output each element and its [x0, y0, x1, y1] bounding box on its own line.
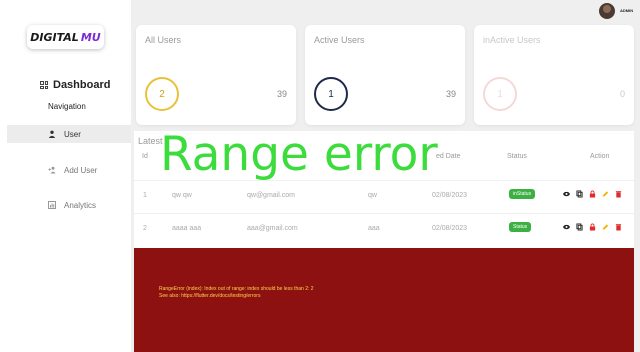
row-actions [563, 223, 622, 231]
error-message: RangeError (index): Index out of range: … [159, 286, 314, 300]
stat-circle-value: 1 [328, 88, 334, 100]
stat-title: Active Users [314, 35, 365, 45]
sidebar-item-label: Analytics [64, 200, 97, 210]
sidebar: DIGITAL MU Dashboard Navigation User Add… [0, 0, 131, 352]
analytics-icon [48, 201, 56, 209]
status-badge: inStatus [509, 189, 536, 199]
copy-icon[interactable] [576, 190, 583, 198]
stat-card-inactive-users: inActive Users 1 0 [474, 25, 634, 125]
table-row: 1 qw qw qw@gmail.com qw 02/08/2023 inSta… [134, 180, 634, 210]
cell-date: 02/08/2023 [432, 225, 468, 232]
grid-icon [40, 81, 48, 89]
dashboard-link[interactable]: Dashboard [40, 79, 110, 91]
status-badge: Status [509, 222, 532, 232]
table-title: Latest [138, 136, 163, 146]
error-panel: RangeError (index): Index out of range: … [134, 248, 634, 352]
add-user-icon [48, 166, 56, 174]
lock-icon[interactable] [589, 190, 596, 198]
stat-title: All Users [145, 35, 182, 45]
range-error-banner: Range error [160, 127, 438, 182]
row-actions [563, 190, 622, 198]
stat-circle: 1 [483, 77, 517, 111]
cell-email: qw@gmail.com [247, 192, 295, 199]
navigation-heading: Navigation [48, 102, 86, 111]
error-line: RangeError (index): Index out of range: … [159, 286, 314, 292]
logo-text-mu: MU [80, 30, 101, 44]
delete-icon[interactable] [615, 223, 622, 231]
stat-circle-value: 2 [159, 88, 165, 100]
view-icon[interactable] [563, 223, 570, 231]
error-line: See also: https://flutter.dev/docs/testi… [159, 293, 261, 299]
column-header-date: ed Date [436, 153, 461, 160]
cell-id: 1 [143, 192, 147, 199]
delete-icon[interactable] [615, 190, 622, 198]
stat-circle: 1 [314, 77, 348, 111]
stat-total: 39 [276, 89, 287, 99]
sidebar-item-add-user[interactable]: Add User [7, 161, 131, 179]
cell-name: aaaa aaa [172, 225, 202, 232]
table-row: 2 aaaa aaa aaa@gmail.com aaa 02/08/2023 … [134, 213, 634, 243]
stat-circle: 2 [145, 77, 179, 111]
sidebar-item-analytics[interactable]: Analytics [7, 196, 131, 214]
top-bar [131, 0, 640, 20]
column-header-action: Action [590, 153, 610, 160]
view-icon[interactable] [563, 190, 570, 198]
lock-icon[interactable] [589, 223, 596, 231]
stat-total: 39 [445, 89, 456, 99]
sidebar-item-label: Add User [64, 165, 98, 175]
avatar[interactable] [599, 3, 615, 19]
cell-org: aaa [368, 225, 380, 232]
stat-total: 0 [619, 89, 625, 99]
cell-date: 02/08/2023 [432, 192, 468, 199]
column-header-status: Status [507, 153, 527, 160]
dashboard-label: Dashboard [53, 79, 111, 91]
person-icon [48, 130, 56, 138]
cell-name: qw qw [172, 192, 192, 199]
sidebar-item-label: User [64, 129, 81, 139]
stat-card-all-users: All Users 2 39 [136, 25, 296, 125]
stat-circle-value: 1 [497, 88, 503, 100]
copy-icon[interactable] [576, 223, 583, 231]
cell-id: 2 [143, 225, 147, 232]
logo-text-digital: DIGITAL [30, 30, 79, 44]
logo: DIGITAL MU [27, 25, 104, 49]
stat-card-active-users: Active Users 1 39 [305, 25, 465, 125]
cell-org: qw [368, 192, 377, 199]
sidebar-item-user[interactable]: User [7, 125, 131, 143]
edit-icon[interactable] [602, 223, 609, 231]
edit-icon[interactable] [602, 190, 609, 198]
column-header-id: Id [142, 153, 148, 160]
stat-title: inActive Users [483, 35, 541, 45]
cell-email: aaa@gmail.com [247, 225, 298, 232]
user-role-label: ADMIN [620, 8, 634, 13]
